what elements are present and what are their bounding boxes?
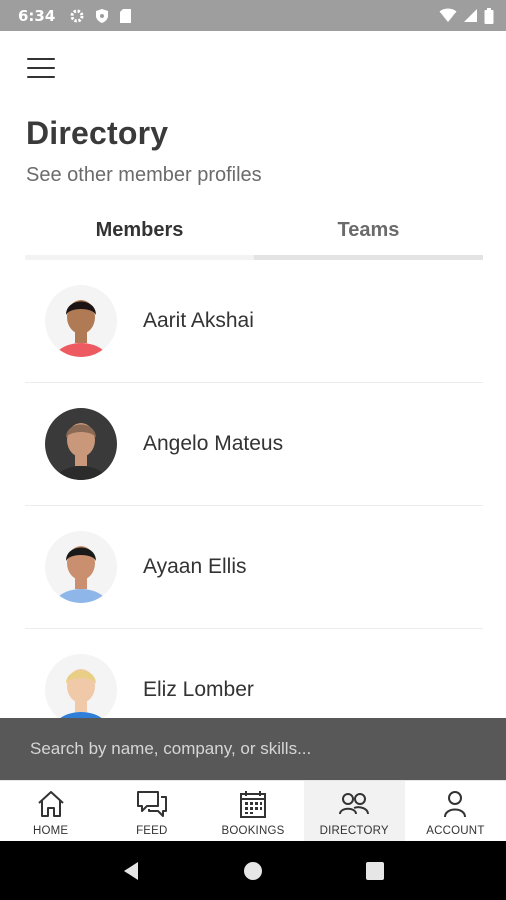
system-navigation-bar xyxy=(0,841,506,900)
status-time: 6:34 xyxy=(18,6,56,25)
member-name: Ayaan Ellis xyxy=(143,555,247,578)
people-icon xyxy=(339,793,370,815)
member-avatar xyxy=(45,531,117,603)
back-icon[interactable] xyxy=(116,856,146,886)
search-placeholder: Search by name, company, or skills... xyxy=(30,739,312,758)
member-list-item[interactable]: Ayaan Ellis xyxy=(25,506,483,629)
recents-icon[interactable] xyxy=(360,856,390,886)
member-avatar xyxy=(45,654,117,726)
tab-teams[interactable]: Teams xyxy=(254,200,483,260)
person-icon xyxy=(444,791,467,818)
home-icon xyxy=(37,791,64,817)
nav-directory[interactable]: DIRECTORY xyxy=(303,781,405,841)
sd-card-icon xyxy=(120,8,132,23)
nav-account[interactable]: ACCOUNT xyxy=(405,781,506,841)
nav-bookings-label: BOOKINGS xyxy=(221,825,285,837)
member-list-item[interactable]: Angelo Mateus xyxy=(25,383,483,506)
wifi-icon xyxy=(439,8,457,22)
member-list-item[interactable]: Aarit Akshai xyxy=(25,260,483,383)
nav-feed[interactable]: FEED xyxy=(101,781,202,841)
nav-home-label: HOME xyxy=(32,825,69,837)
search-input[interactable]: Search by name, company, or skills... xyxy=(0,718,506,780)
hamburger-menu-icon[interactable] xyxy=(24,52,58,84)
nav-account-label: ACCOUNT xyxy=(426,825,485,837)
nav-feed-label: FEED xyxy=(136,825,168,837)
settings-icon xyxy=(70,9,84,22)
member-avatar xyxy=(45,285,117,357)
status-bar: 6:34 xyxy=(0,0,506,31)
nav-directory-label: DIRECTORY xyxy=(319,825,389,837)
chat-bubbles-icon xyxy=(136,791,167,817)
calendar-icon xyxy=(240,791,266,818)
nav-bookings[interactable]: BOOKINGS xyxy=(202,781,303,841)
member-name: Angelo Mateus xyxy=(143,432,284,455)
member-name: Eliz Lomber xyxy=(143,678,254,701)
member-name: Aarit Akshai xyxy=(143,309,254,332)
signal-icon xyxy=(464,9,477,22)
tab-members[interactable]: Members xyxy=(25,200,254,260)
nav-home[interactable]: HOME xyxy=(0,781,101,841)
bottom-navigation: HOME FEED BOOKINGS DIRECTORY ACCOUNT xyxy=(0,780,506,841)
home-circle-icon[interactable] xyxy=(238,856,268,886)
shield-icon xyxy=(96,8,109,23)
page-title: Directory xyxy=(26,115,169,151)
member-avatar xyxy=(45,408,117,480)
member-list: Aarit Akshai Angelo Mateus Ayaan Ellis Eliz… xyxy=(25,260,483,752)
page-subtitle: See other member profiles xyxy=(26,164,262,186)
tab-bar: Members Teams xyxy=(25,200,483,260)
battery-icon xyxy=(484,7,494,24)
